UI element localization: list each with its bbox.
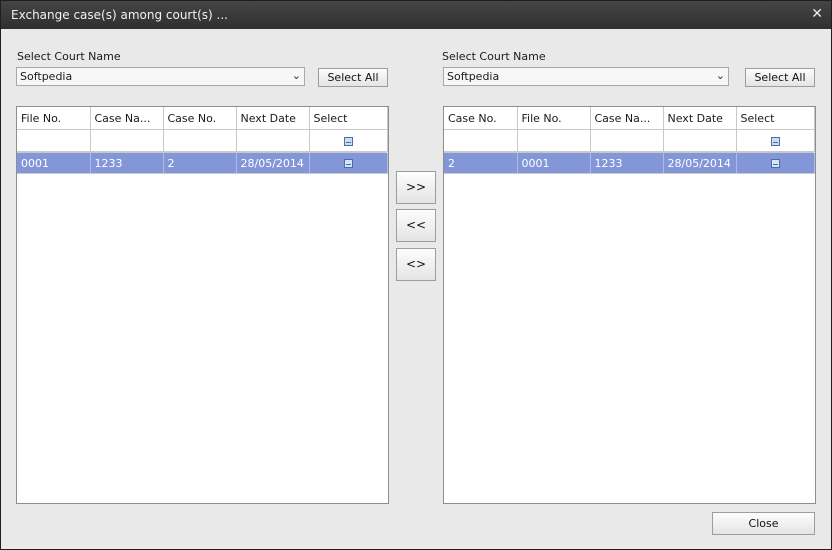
table-row[interactable]: 0001 1233 2 28/05/2014 [17,153,388,174]
cell-file-no: 0001 [517,153,591,174]
column-header[interactable]: Case No. [444,107,518,130]
filter-cell[interactable] [590,129,664,152]
right-select-all-button[interactable]: Select All [745,68,815,87]
cell-file-no: 0001 [17,153,91,174]
cell-case-no: 2 [444,153,518,174]
right-cases-grid: Case No. File No. Case Na... Next Date S… [443,106,816,504]
close-icon[interactable]: ✕ [811,6,823,22]
left-court-label: Select Court Name [17,50,121,63]
header-row: Case No. File No. Case Na... Next Date S… [444,107,815,130]
right-court-select[interactable]: Softpedia ⌄ [443,67,729,86]
cell-case-name: 1233 [90,153,164,174]
checkbox-icon[interactable] [343,159,353,168]
filter-cell[interactable] [663,129,737,152]
left-select-all-button[interactable]: Select All [318,68,388,87]
filter-cell[interactable] [444,129,518,152]
cell-select [736,153,815,174]
column-header[interactable]: File No. [517,107,591,130]
swap-button[interactable]: <> [396,248,436,281]
window-title: Exchange case(s) among court(s) ... [11,8,228,22]
left-cases-grid: File No. Case Na... Case No. Next Date S… [16,106,389,504]
left-court-value: Softpedia [20,70,73,83]
exchange-cases-dialog: Exchange case(s) among court(s) ... ✕ Se… [0,0,832,550]
chevron-down-icon: ⌄ [715,69,725,82]
column-header[interactable]: Next Date [236,107,310,130]
header-row: File No. Case Na... Case No. Next Date S… [17,107,388,130]
checkbox-icon[interactable] [343,136,353,146]
cell-next-date: 28/05/2014 [236,153,310,174]
filter-cell[interactable] [163,129,237,152]
column-header[interactable]: Next Date [663,107,737,130]
cell-select [309,153,388,174]
checkbox-icon[interactable] [770,136,780,146]
move-right-button[interactable]: >> [396,171,436,204]
column-header[interactable]: Case No. [163,107,237,130]
filter-row [444,129,815,152]
right-court-value: Softpedia [447,70,500,83]
column-header[interactable]: Select [736,107,815,130]
filter-cell[interactable] [236,129,310,152]
right-court-label: Select Court Name [442,50,546,63]
filter-select-cell [736,129,815,152]
cell-next-date: 28/05/2014 [663,153,737,174]
column-header[interactable]: File No. [17,107,91,130]
filter-cell[interactable] [517,129,591,152]
checkbox-icon[interactable] [770,159,780,168]
cell-case-name: 1233 [590,153,664,174]
column-header[interactable]: Select [309,107,388,130]
filter-select-cell [309,129,388,152]
column-header[interactable]: Case Na... [90,107,164,130]
close-button[interactable]: Close [712,512,815,535]
left-court-select[interactable]: Softpedia ⌄ [16,67,305,86]
right-cases-table: Case No. File No. Case Na... Next Date S… [444,107,815,174]
move-left-button[interactable]: << [396,209,436,242]
filter-row [17,129,388,152]
filter-cell[interactable] [90,129,164,152]
filter-cell[interactable] [17,129,91,152]
column-header[interactable]: Case Na... [590,107,664,130]
chevron-down-icon: ⌄ [291,69,301,82]
cell-case-no: 2 [163,153,237,174]
left-cases-table: File No. Case Na... Case No. Next Date S… [17,107,388,174]
title-bar: Exchange case(s) among court(s) ... ✕ [1,1,831,29]
table-row[interactable]: 2 0001 1233 28/05/2014 [444,153,815,174]
